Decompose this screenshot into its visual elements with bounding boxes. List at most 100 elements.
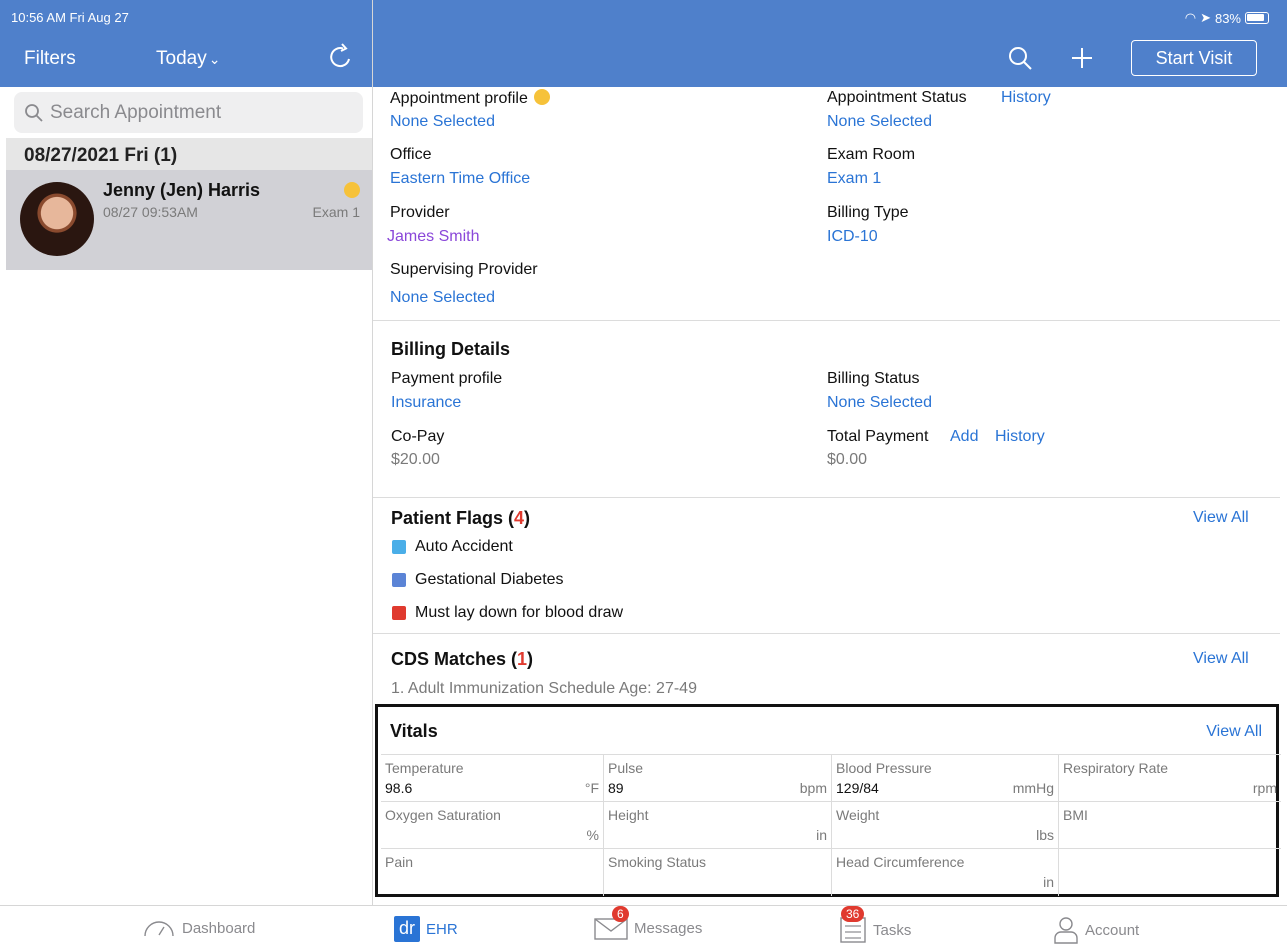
- vital-label: Pulse: [608, 760, 644, 776]
- vital-cell[interactable]: Respiratory Rate rpm: [1059, 755, 1281, 802]
- tab-account-label: Account: [1085, 921, 1140, 939]
- copay-value: $20.00: [391, 451, 440, 468]
- patient-flags-title-close: ): [524, 508, 531, 528]
- appointment-list-item[interactable]: Jenny (Jen) Harris 08/27 09:53AM Exam 1: [6, 170, 372, 270]
- refresh-icon[interactable]: [328, 42, 354, 72]
- tab-dashboard-label: Dashboard: [182, 919, 256, 937]
- start-visit-button[interactable]: Start Visit: [1131, 40, 1257, 76]
- tab-tasks[interactable]: Tasks 36: [839, 906, 911, 944]
- patient-flag-label: Gestational Diabetes: [415, 571, 564, 588]
- today-label: Today: [156, 48, 207, 69]
- tab-messages-label: Messages: [634, 919, 703, 937]
- pane-divider: [372, 0, 373, 905]
- wifi-icon: ◠: [1184, 10, 1197, 25]
- search-input[interactable]: Search Appointment: [14, 92, 363, 133]
- vitals-title: Vitals: [390, 721, 438, 741]
- section-divider: [373, 320, 1280, 321]
- vital-label: Temperature: [385, 760, 464, 776]
- vital-unit: in: [1043, 874, 1054, 890]
- vitals-panel: Vitals View All Temperature 98.6 °F Pulse 89…: [375, 704, 1281, 897]
- vital-cell[interactable]: Height in: [604, 802, 832, 849]
- patient-flags-view-all[interactable]: View All: [1193, 509, 1249, 527]
- tab-account[interactable]: Account: [1053, 916, 1139, 944]
- tab-messages[interactable]: Messages 6: [594, 906, 703, 940]
- status-indicators: ◠ ➤ 83%: [1185, 10, 1269, 26]
- total-payment-add-link[interactable]: Add: [950, 428, 978, 446]
- billing-status-value[interactable]: None Selected: [827, 394, 932, 412]
- vital-cell[interactable]: [1059, 849, 1281, 896]
- vital-cell[interactable]: Head Circumference in: [832, 849, 1059, 896]
- vital-cell[interactable]: Weight lbs: [832, 802, 1059, 849]
- patient-flag-item[interactable]: Gestational Diabetes: [392, 571, 564, 589]
- provider-value[interactable]: James Smith: [387, 228, 479, 246]
- location-icon: ➤: [1200, 10, 1211, 25]
- vital-cell[interactable]: Blood Pressure 129/84 mmHg: [832, 755, 1059, 802]
- cds-matches-title: CDS Matches (1): [391, 649, 533, 670]
- tasks-badge: 36: [841, 906, 865, 922]
- avatar: [20, 182, 94, 256]
- left-nav-bar: 10:56 AM Fri Aug 27 Filters Today ⌄: [0, 0, 372, 87]
- total-payment-history-link[interactable]: History: [995, 428, 1045, 446]
- cds-matches-title-close: ): [527, 649, 534, 669]
- vital-value: 89: [608, 780, 624, 796]
- vital-label: Weight: [836, 807, 880, 823]
- appointment-room: Exam 1: [312, 204, 360, 220]
- vital-unit: rpm: [1252, 780, 1277, 796]
- vital-cell[interactable]: Oxygen Saturation%: [381, 802, 604, 849]
- billing-type-value[interactable]: ICD-10: [827, 228, 878, 246]
- vital-label: Height: [608, 807, 649, 823]
- cds-matches-title-text: CDS Matches (: [391, 649, 518, 669]
- vital-value: 98.6: [385, 780, 413, 796]
- vital-value: 129/84: [836, 780, 879, 796]
- provider-label: Provider: [390, 204, 450, 221]
- vitals-view-all[interactable]: View All: [1206, 723, 1262, 741]
- ehr-logo-icon: dr: [394, 916, 420, 942]
- appointment-profile-label: Appointment profile: [390, 89, 550, 108]
- vital-cell[interactable]: Pain: [381, 849, 604, 896]
- patient-flag-item[interactable]: Auto Accident: [392, 538, 513, 556]
- patient-flags-count: 4: [514, 508, 525, 528]
- vital-label: Respiratory Rate: [1063, 760, 1169, 776]
- vital-cell[interactable]: Temperature 98.6 °F: [381, 755, 604, 802]
- account-icon: [1054, 917, 1078, 944]
- exam-room-value[interactable]: Exam 1: [827, 170, 881, 188]
- copay-label: Co-Pay: [391, 428, 445, 445]
- vital-unit: %: [586, 827, 599, 843]
- vital-label: Smoking Status: [608, 854, 707, 870]
- patient-flag-item[interactable]: Must lay down for blood draw: [392, 604, 623, 622]
- patient-name: Jenny (Jen) Harris: [103, 180, 261, 200]
- payment-profile-value[interactable]: Insurance: [391, 394, 461, 412]
- battery-icon: [1245, 12, 1269, 24]
- search-placeholder: Search Appointment: [50, 101, 222, 123]
- vital-unit: lbs: [1036, 827, 1054, 843]
- patient-flags-title-text: Patient Flags (: [391, 508, 515, 528]
- vital-cell[interactable]: Smoking Status: [604, 849, 832, 896]
- patient-flag-label: Auto Accident: [415, 538, 513, 555]
- status-dot-icon: [344, 182, 360, 198]
- vital-cell[interactable]: BMI: [1059, 802, 1281, 849]
- office-value[interactable]: Eastern Time Office: [390, 170, 530, 188]
- appointment-profile-value[interactable]: None Selected: [390, 113, 495, 131]
- flag-color-icon: [392, 573, 406, 587]
- search-icon[interactable]: [1006, 44, 1034, 72]
- appointment-status-history-link[interactable]: History: [1001, 89, 1051, 107]
- supervising-provider-value[interactable]: None Selected: [390, 289, 495, 307]
- vital-label: Head Circumference: [836, 854, 965, 870]
- flag-color-icon: [392, 540, 406, 554]
- tab-bar: Dashboard dr EHR Messages 6 Tasks 36 Acc…: [0, 905, 1287, 951]
- cds-view-all[interactable]: View All: [1193, 650, 1249, 668]
- vital-unit: mmHg: [1012, 780, 1054, 796]
- filters-button[interactable]: Filters: [24, 48, 76, 70]
- tab-ehr[interactable]: dr EHR: [394, 916, 458, 942]
- cds-matches-count: 1: [517, 649, 528, 669]
- add-icon[interactable]: [1068, 44, 1096, 72]
- cds-match-item[interactable]: 1. Adult Immunization Schedule Age: 27-4…: [391, 680, 697, 698]
- tab-dashboard[interactable]: Dashboard: [142, 916, 255, 940]
- battery-percent: 83%: [1214, 10, 1241, 26]
- status-time: 10:56 AM Fri Aug 27: [11, 10, 129, 25]
- appointment-status-label: Appointment Status: [827, 89, 967, 106]
- vital-label: Oxygen Saturation: [385, 807, 501, 823]
- appointment-status-value[interactable]: None Selected: [827, 113, 932, 131]
- vital-cell[interactable]: Pulse 89 bpm: [604, 755, 832, 802]
- today-dropdown[interactable]: Today ⌄: [156, 48, 220, 70]
